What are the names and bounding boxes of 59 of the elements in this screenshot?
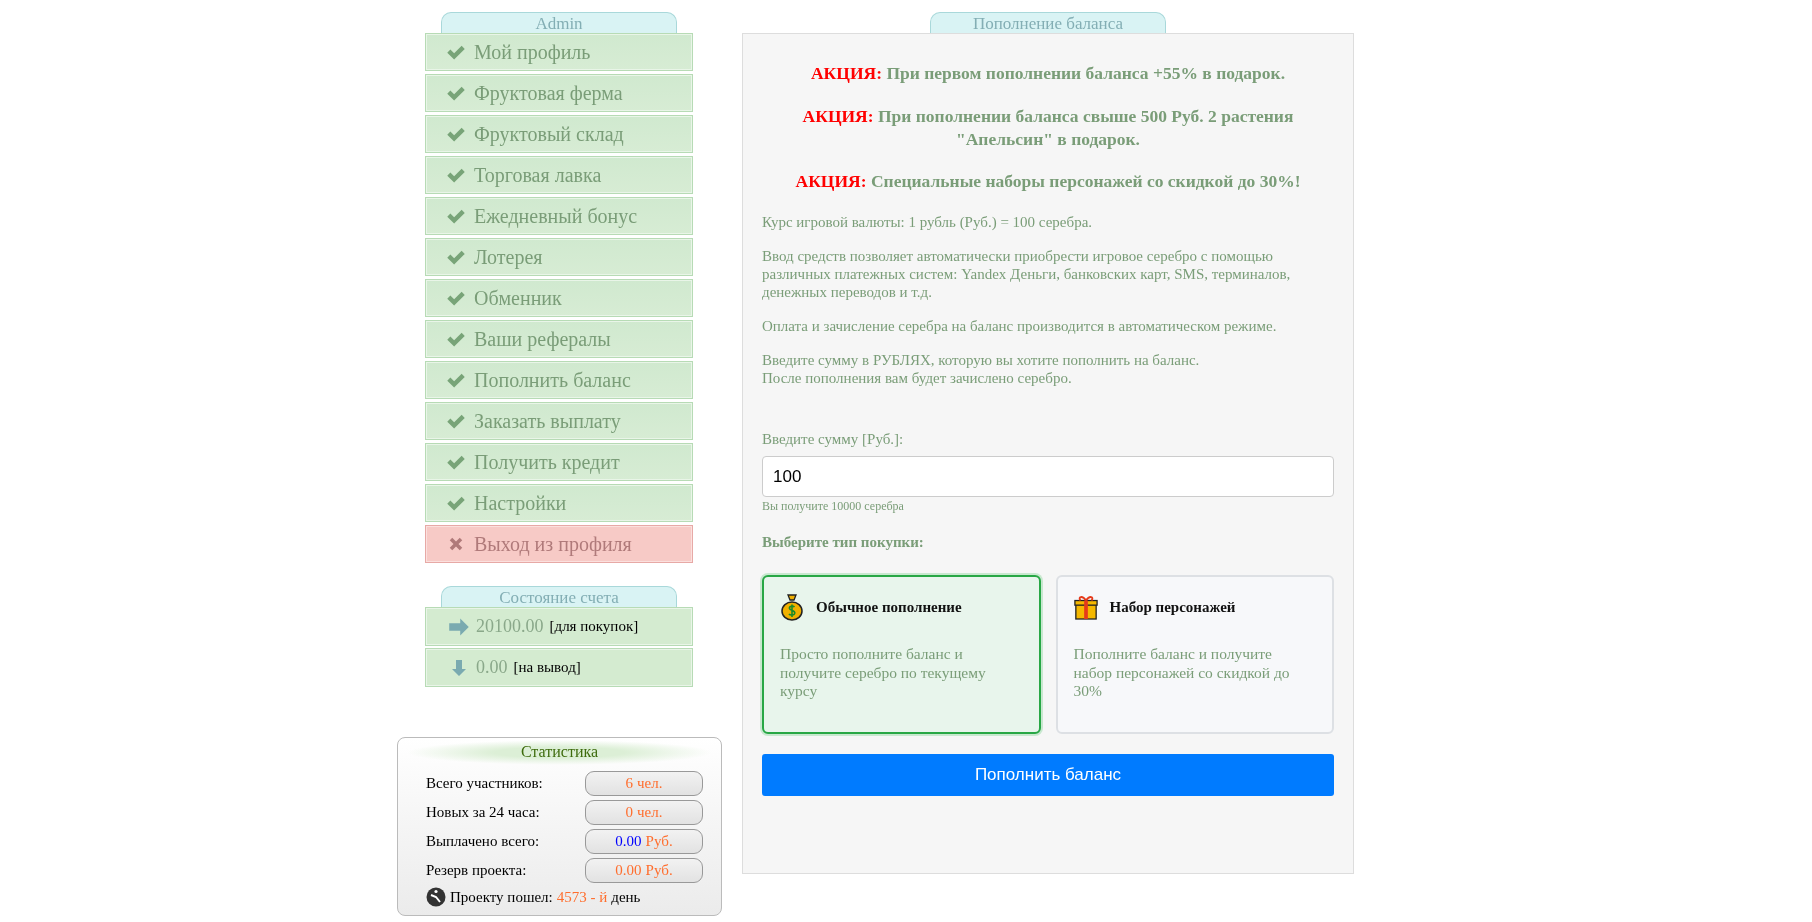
option-description: Просто пополните баланс и получите серебро по текущему курсу	[780, 645, 987, 701]
info-text: Ввод средств позволяет автоматически приобрести игровое серебро с помощью различных платежных систем: Yandex Деньги, банковских карт, SMS, терминалов, денежных переводов и т.д.	[762, 247, 1292, 301]
purchase-type-label: Выберите тип покупки:	[762, 534, 925, 551]
stat-number: 0.00	[615, 833, 642, 850]
menu-item[interactable]: Фруктовая ферма	[425, 74, 693, 112]
menu-item[interactable]: Пополнить баланс	[425, 361, 693, 399]
menu-item[interactable]: Ваши рефералы	[425, 320, 693, 358]
menu-item[interactable]: Мой профиль	[425, 33, 693, 71]
stat-label: Выплачено всего:	[426, 833, 540, 850]
account-title: Состояние счета	[441, 586, 677, 607]
info-text: Курс игровой валюты: 1 рубль (Руб.) = 100 серебра.	[762, 213, 1094, 231]
balance-label: [на вывод]	[513, 659, 581, 676]
stat-unit: чел.	[637, 775, 663, 792]
promo-text: При пополнении баланса свыше 500 Руб. 2 растения "Апельсин" в подарок.	[877, 105, 1294, 149]
project-age-value: 4573 - й	[556, 888, 608, 906]
gift-icon	[1073, 593, 1098, 621]
info-text: После пополнения вам будет зачислено серебро.	[762, 369, 1073, 387]
project-age-label: Проекту пошел:	[450, 888, 553, 906]
info-text: Введите сумму в РУБЛЯХ, которую вы хотите пополнить на баланс.	[762, 351, 1201, 369]
promo-label: АКЦИЯ:	[795, 171, 867, 192]
stat-number: 0.00	[615, 862, 642, 879]
promo-text: При первом пополнении баланса +55% в подарок.	[886, 63, 1285, 83]
stat-unit: Руб.	[645, 862, 673, 879]
menu-item[interactable]: Лотерея	[425, 238, 693, 276]
amount-hint: Вы получите 10000 серебра	[762, 499, 905, 514]
stat-number: 6	[625, 775, 634, 792]
menu-item[interactable]: Получить кредит	[425, 443, 693, 481]
stat-unit: Руб.	[645, 833, 673, 850]
menu-title: Admin	[441, 12, 677, 33]
stat-unit: чел.	[637, 804, 663, 821]
info-text: Оплата и зачисление серебра на баланс производится в автоматическом режиме.	[762, 317, 1278, 335]
menu-item[interactable]: Заказать выплату	[425, 402, 693, 440]
money-bag-icon	[780, 593, 804, 621]
balance-label: [для покупок]	[549, 618, 639, 635]
arrow-right-icon	[448, 617, 470, 636]
option-title: Обычное пополнение	[816, 598, 962, 616]
stat-label: Новых за 24 часа:	[426, 804, 540, 821]
amount-label: Введите сумму [Руб.]:	[762, 431, 905, 448]
promo-label: АКЦИЯ:	[802, 105, 874, 126]
menu-item[interactable]: Настройки	[425, 484, 693, 522]
menu-item[interactable]: Торговая лавка	[425, 156, 693, 194]
promo-label: АКЦИЯ:	[811, 63, 882, 83]
promo-text: Специальные наборы персонажей со скидкой до 30%!	[870, 171, 1301, 192]
menu-item[interactable]: Ежедневный бонус	[425, 197, 693, 235]
balance-amount: 20100.00	[476, 616, 544, 637]
purchase-option[interactable]: Обычное пополнение Просто пополните баланс и получите серебро по текущему курсу	[762, 575, 1041, 734]
balance-amount: 0.00	[476, 657, 508, 678]
menu-item[interactable]: Обменник	[425, 279, 693, 317]
purchase-option[interactable]: Набор персонажей Пополните баланс и получите набор персонажей со скидкой до 30%	[1055, 575, 1334, 734]
option-title: Набор персонажей	[1109, 598, 1236, 616]
stat-number: 0	[625, 804, 634, 821]
panel-title: Пополнение баланса	[930, 12, 1166, 33]
amount-input[interactable]: 100	[762, 456, 1334, 497]
stat-label: Резерв проекта:	[426, 862, 527, 879]
menu-item[interactable]: Фруктовый склад	[425, 115, 693, 153]
stat-label: Всего участников:	[426, 775, 543, 792]
option-description: Пополните баланс и получите набор персонажей со скидкой до 30%	[1073, 645, 1291, 701]
project-age-unit: день	[611, 888, 641, 906]
top-up-button[interactable]: Пополнить баланс	[762, 754, 1334, 796]
